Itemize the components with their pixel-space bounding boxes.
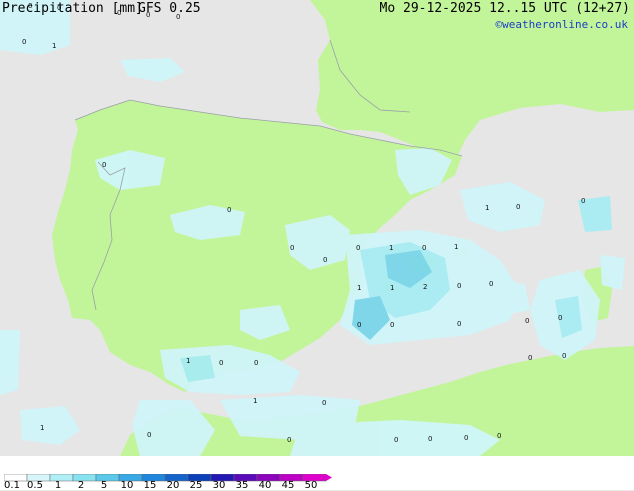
point-value: 1: [357, 284, 361, 292]
point-value: 0: [516, 203, 520, 211]
point-value: 0: [457, 282, 461, 290]
legend-tick-label: 15: [143, 480, 157, 491]
point-value: 0: [581, 197, 585, 205]
point-value: 1: [390, 284, 394, 292]
point-value: 1: [52, 42, 56, 50]
valid-datetime: Mo 29-12-2025 12..15 UTC (12+27): [379, 1, 630, 16]
point-value: 0: [558, 314, 562, 322]
credit-link[interactable]: ©weatheronline.co.uk: [496, 18, 628, 31]
point-value: 0: [497, 432, 501, 440]
point-value: 0: [102, 161, 106, 169]
map-canvas: 0 0 0 0 0 0 1 0 0 0 0 1 0 1 0 0 0 1 1 2 …: [0, 0, 634, 456]
point-value: 0: [394, 436, 398, 444]
point-value: 0: [489, 280, 493, 288]
point-value: 0: [525, 317, 529, 325]
point-value: 0: [457, 320, 461, 328]
legend-tick-label: 20: [166, 480, 180, 491]
legend-tick-label: 45: [281, 480, 295, 491]
point-value: 0: [323, 256, 327, 264]
legend-tick-label: 0.5: [27, 480, 43, 491]
point-value: 1: [40, 424, 44, 432]
legend-tick-label: 40: [258, 480, 272, 491]
legend-tick-label: 0.1: [4, 480, 20, 491]
point-value: 0: [356, 244, 360, 252]
point-value: 0: [464, 434, 468, 442]
legend-tick-label: 10: [120, 480, 134, 491]
legend-tick-label: 1: [54, 480, 62, 491]
point-value: 2: [423, 283, 427, 291]
point-value: 1: [389, 244, 393, 252]
point-value: 0: [254, 359, 258, 367]
point-value: 0: [290, 244, 294, 252]
legend-title: Precipitation [mm]: [2, 1, 143, 16]
point-value: 1: [253, 397, 257, 405]
point-value: 0: [422, 244, 426, 252]
legend-swatch: [49, 474, 74, 482]
legend-tick-label: 50: [304, 480, 318, 491]
legend-tick-label: 25: [189, 480, 203, 491]
point-value: 0: [147, 431, 151, 439]
point-value: 1: [454, 243, 458, 251]
legend-arrow: [326, 474, 332, 481]
point-value: 0: [219, 359, 223, 367]
point-value: 0: [357, 321, 361, 329]
point-value: 0: [287, 436, 291, 444]
point-value: 0: [227, 206, 231, 214]
point-value: 0: [428, 435, 432, 443]
point-value: 1: [485, 204, 489, 212]
legend-tick-label: 30: [212, 480, 226, 491]
legend-tick-label: 5: [100, 480, 108, 491]
legend-swatch: [72, 474, 97, 482]
point-value: 0: [562, 352, 566, 360]
legend-swatch: [95, 474, 120, 482]
legend-tick-label: 2: [77, 480, 85, 491]
point-value: 0: [22, 38, 26, 46]
model-name: GFS 0.25: [138, 1, 201, 16]
precipitation-map: 0 0 0 0 0 0 1 0 0 0 0 1 0 1 0 0 0 1 1 2 …: [0, 0, 634, 456]
point-value: 1: [186, 357, 190, 365]
point-value: 0: [528, 354, 532, 362]
point-value: 0: [322, 399, 326, 407]
legend-tick-label: 35: [235, 480, 249, 491]
point-value: 0: [390, 321, 394, 329]
